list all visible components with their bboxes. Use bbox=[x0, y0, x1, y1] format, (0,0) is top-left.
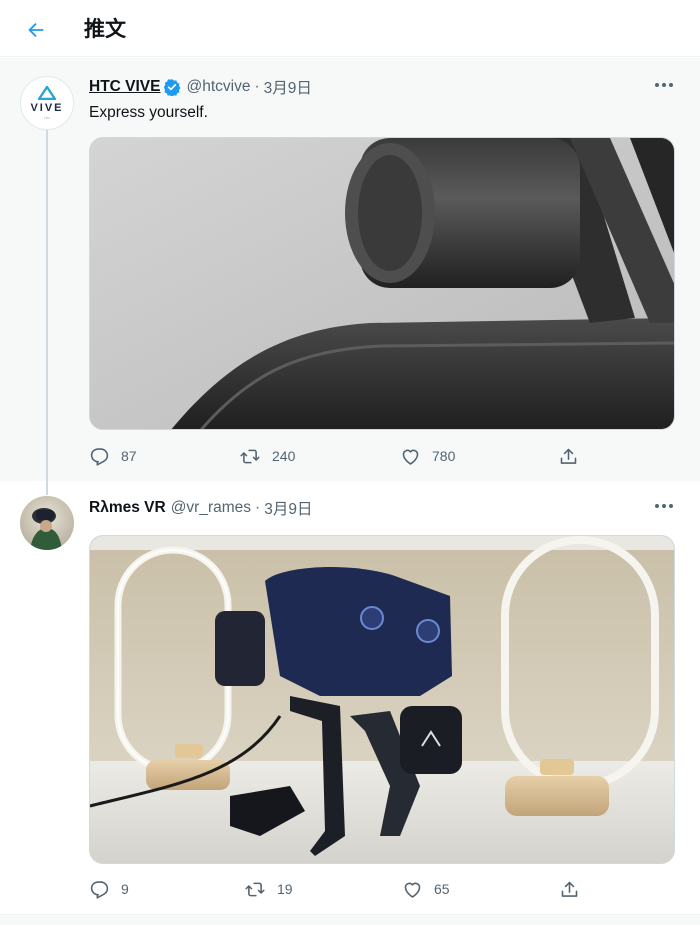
more-icon bbox=[655, 504, 673, 508]
tweet-image[interactable] bbox=[89, 535, 675, 864]
retweet-button[interactable]: 240 bbox=[239, 443, 295, 469]
tweet-image[interactable] bbox=[89, 137, 675, 430]
more-button[interactable] bbox=[652, 496, 676, 516]
share-icon bbox=[561, 881, 578, 897]
reply-icon bbox=[90, 447, 109, 466]
tweet-actions: 9 19 65 bbox=[89, 876, 589, 902]
author-handle[interactable]: @htcvive bbox=[186, 78, 250, 96]
avatar[interactable] bbox=[20, 496, 74, 550]
reply-icon bbox=[90, 880, 109, 899]
retweet-count: 240 bbox=[272, 448, 296, 464]
like-button[interactable]: 780 bbox=[400, 443, 455, 469]
like-icon bbox=[402, 449, 419, 465]
separator-dot: · bbox=[254, 78, 260, 95]
retweet-button[interactable]: 19 bbox=[244, 876, 293, 902]
tweet-header: Rλmes VR @vr_rames · 3月9日 bbox=[89, 497, 312, 519]
tweet-date[interactable]: 3月9日 bbox=[264, 76, 312, 98]
share-icon bbox=[560, 448, 577, 464]
author-handle[interactable]: @vr_rames bbox=[171, 499, 251, 517]
page-title: 推文 bbox=[84, 17, 126, 41]
like-count: 65 bbox=[434, 881, 450, 897]
tweet-date[interactable]: 3月9日 bbox=[264, 497, 312, 519]
reply-button[interactable]: 87 bbox=[89, 443, 137, 469]
reply-count: 87 bbox=[121, 448, 137, 464]
next-tweet-strip bbox=[0, 915, 700, 925]
top-bar: 推文 bbox=[0, 0, 700, 57]
retweet-count: 19 bbox=[277, 881, 293, 897]
tweet-header: HTC VIVE @htcvive · 3月9日 bbox=[89, 76, 312, 98]
like-icon bbox=[404, 882, 421, 898]
vive-logo-icon bbox=[38, 86, 56, 100]
reply-button[interactable]: 9 bbox=[89, 876, 129, 902]
retweet-icon bbox=[245, 882, 265, 896]
separator-dot: · bbox=[255, 499, 261, 516]
avatar-logo-text: VIVE bbox=[30, 102, 64, 114]
share-button[interactable] bbox=[559, 876, 580, 902]
back-arrow-icon bbox=[28, 22, 44, 38]
author-name[interactable]: HTC VIVE bbox=[89, 78, 160, 96]
tweet-text: Express yourself. bbox=[89, 104, 208, 121]
more-icon bbox=[655, 83, 673, 87]
thread-connector-line bbox=[46, 77, 48, 495]
avatar-logo-subtext: htc bbox=[44, 115, 50, 120]
more-button[interactable] bbox=[652, 75, 676, 95]
verified-badge-icon bbox=[163, 78, 181, 96]
share-button[interactable] bbox=[558, 443, 579, 469]
tweet-actions: 87 240 780 bbox=[89, 443, 589, 469]
avatar[interactable]: VIVE htc bbox=[20, 76, 74, 130]
like-button[interactable]: 65 bbox=[402, 876, 450, 902]
author-name[interactable]: Rλmes VR bbox=[89, 499, 166, 517]
like-count: 780 bbox=[432, 448, 456, 464]
back-button[interactable] bbox=[20, 14, 52, 46]
retweet-icon bbox=[240, 449, 260, 463]
reply-count: 9 bbox=[121, 881, 129, 897]
